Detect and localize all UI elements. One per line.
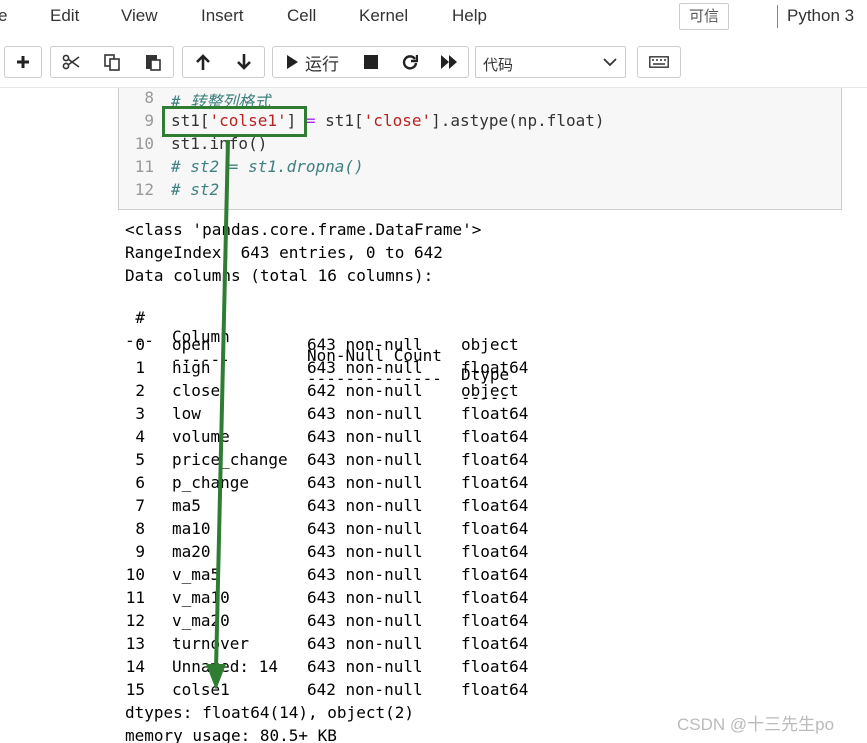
- annotation-arrow: [206, 139, 230, 690]
- watermark: CSDN @十三先生po: [677, 715, 835, 734]
